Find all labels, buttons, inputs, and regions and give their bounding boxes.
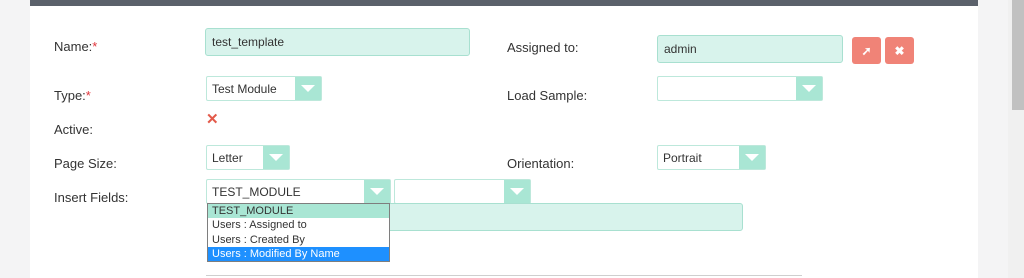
type-label: Type:* (54, 88, 91, 103)
chevron-down-icon[interactable] (504, 180, 530, 203)
insert-module-value: TEST_MODULE (212, 184, 301, 199)
page-size-value: Letter (212, 150, 243, 165)
insert-module-select[interactable]: TEST_MODULE (206, 179, 391, 204)
orientation-value: Portrait (663, 150, 702, 165)
required-mark: * (92, 39, 98, 54)
content-divider (206, 275, 802, 276)
close-icon: ✖ (894, 43, 905, 58)
load-sample-label: Load Sample: (507, 88, 588, 103)
chevron-down-icon[interactable] (263, 146, 289, 169)
orientation-select[interactable]: Portrait (657, 145, 766, 170)
assigned-to-label: Assigned to: (507, 40, 579, 55)
active-checkbox[interactable]: ✕ (206, 112, 219, 127)
name-label: Name:* (54, 39, 98, 54)
required-mark: * (85, 88, 91, 103)
orientation-label: Orientation: (507, 156, 575, 171)
select-user-button[interactable]: ➚ (852, 37, 881, 64)
active-label: Active: (54, 122, 94, 137)
insert-module-dropdown-list[interactable]: TEST_MODULE Users : Assigned to Users : … (207, 203, 390, 263)
chevron-down-icon[interactable] (739, 146, 765, 169)
page-size-select[interactable]: Letter (206, 145, 290, 170)
dropdown-option[interactable]: TEST_MODULE (208, 204, 389, 219)
type-select[interactable]: Test Module (206, 76, 322, 101)
assigned-to-input[interactable]: admin (657, 35, 843, 63)
chevron-down-icon[interactable] (295, 77, 321, 100)
scrollbar-thumb[interactable] (1012, 0, 1024, 110)
dropdown-option[interactable]: Users : Created By (208, 233, 389, 247)
dropdown-option[interactable]: Users : Assigned to (208, 218, 389, 232)
insert-field-select[interactable] (394, 179, 531, 204)
page-size-label: Page Size: (54, 156, 117, 171)
insert-value-input[interactable] (380, 203, 743, 231)
chevron-down-icon[interactable] (796, 77, 822, 100)
arrow-select-icon: ➚ (861, 43, 872, 58)
name-input[interactable]: test_template (205, 28, 470, 56)
insert-fields-label: Insert Fields: (54, 190, 129, 205)
dropdown-option-selected[interactable]: Users : Modified By Name (208, 246, 389, 262)
clear-user-button[interactable]: ✖ (885, 37, 914, 64)
chevron-down-icon[interactable] (364, 180, 390, 203)
load-sample-select[interactable] (657, 76, 823, 101)
type-select-value: Test Module (212, 81, 277, 96)
